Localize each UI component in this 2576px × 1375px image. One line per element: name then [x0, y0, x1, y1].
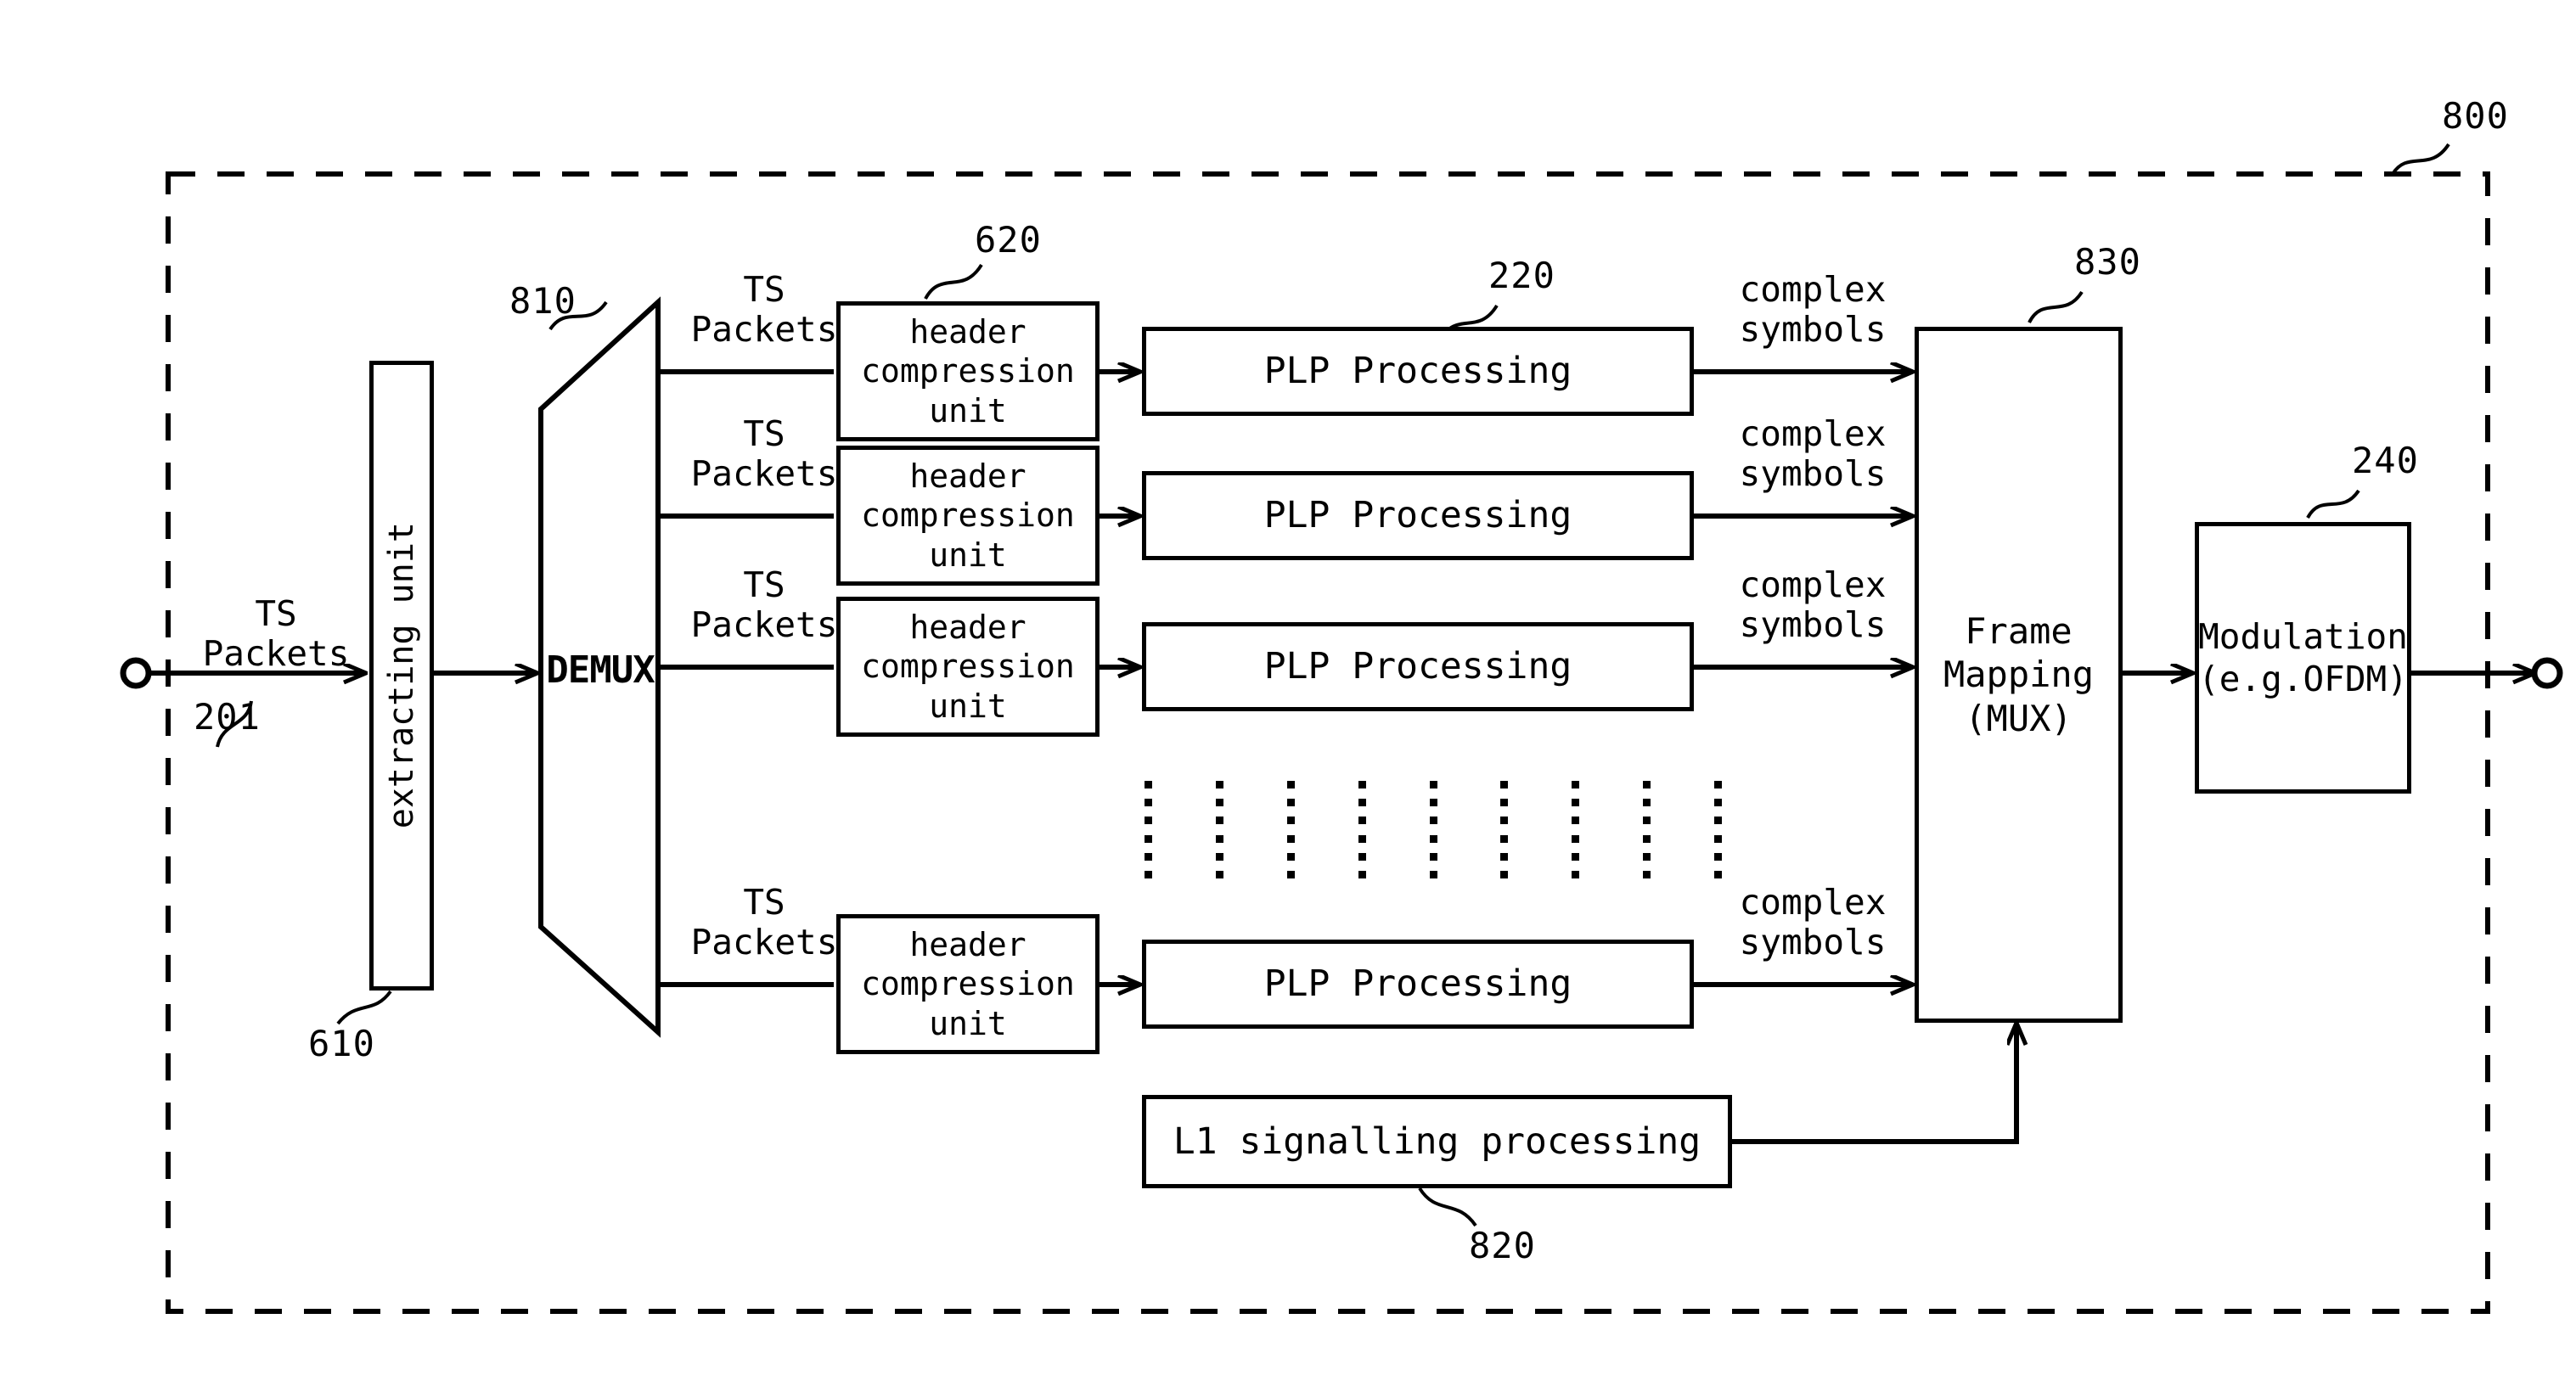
- ellipsis-column: [1714, 781, 1722, 878]
- plp-processing-1-label: PLP Processing: [1263, 350, 1572, 393]
- ref-201: 201: [194, 696, 261, 738]
- leader-830: [2028, 290, 2084, 323]
- ref-220: 220: [1488, 255, 1555, 296]
- plp-processing-4-label: PLP Processing: [1263, 962, 1572, 1006]
- ellipsis-column: [1215, 781, 1223, 878]
- header-compression-unit-4[interactable]: header compression unit: [836, 914, 1100, 1054]
- ts-packets-label-branch-2: TS Packets: [690, 413, 838, 495]
- header-compression-unit-2[interactable]: header compression unit: [836, 446, 1100, 586]
- ellipsis-column: [1500, 781, 1509, 878]
- plp-processing-1[interactable]: PLP Processing: [1142, 327, 1694, 416]
- ts-packets-label-branch-4: TS Packets: [690, 882, 838, 963]
- ellipsis-column: [1429, 781, 1437, 878]
- extracting-unit-label: extracting unit: [381, 522, 421, 829]
- frame-mapping-block[interactable]: Frame Mapping (MUX): [1915, 327, 2123, 1023]
- ref-620: 620: [975, 219, 1042, 261]
- ts-packets-label-branch-3: TS Packets: [690, 564, 838, 646]
- ref-800: 800: [2442, 95, 2509, 137]
- l1-to-frame-mapping-path: [1732, 1024, 2016, 1144]
- l1-signalling-processing-block[interactable]: L1 signalling processing: [1142, 1095, 1732, 1188]
- header-compression-unit-2-label: header compression unit: [861, 457, 1075, 574]
- complex-symbols-label-3: complex symbols: [1739, 564, 1887, 646]
- plp-processing-3-label: PLP Processing: [1263, 645, 1572, 688]
- header-compression-unit-3-label: header compression unit: [861, 608, 1075, 725]
- ts-packets-label-branch-1: TS Packets: [690, 269, 838, 351]
- leader-610: [336, 990, 392, 1025]
- ref-810: 810: [509, 280, 577, 322]
- ref-610: 610: [308, 1023, 375, 1064]
- ellipsis-column: [1643, 781, 1651, 878]
- modulation-block[interactable]: Modulation (e.g.OFDM): [2195, 522, 2411, 794]
- plp-processing-3[interactable]: PLP Processing: [1142, 622, 1694, 711]
- ref-830: 830: [2074, 241, 2141, 283]
- header-compression-unit-3[interactable]: header compression unit: [836, 597, 1100, 737]
- input-ts-packets-label: TS Packets: [202, 593, 350, 675]
- plp-processing-4[interactable]: PLP Processing: [1142, 940, 1694, 1029]
- ellipsis-column: [1286, 781, 1295, 878]
- modulation-label: Modulation (e.g.OFDM): [2198, 615, 2408, 699]
- plp-processing-2[interactable]: PLP Processing: [1142, 471, 1694, 560]
- ellipsis-column: [1358, 781, 1366, 878]
- input-terminal: [120, 657, 152, 689]
- plp-processing-2-label: PLP Processing: [1263, 494, 1572, 537]
- leader-620: [924, 263, 983, 300]
- header-compression-unit-1[interactable]: header compression unit: [836, 301, 1100, 441]
- output-terminal: [2531, 657, 2563, 689]
- leader-820: [1418, 1187, 1477, 1227]
- complex-symbols-label-1: complex symbols: [1739, 269, 1887, 351]
- demux-label: DEMUX: [546, 648, 655, 692]
- complex-symbols-label-4: complex symbols: [1739, 882, 1887, 963]
- ellipsis-column: [1572, 781, 1580, 878]
- extracting-unit-block[interactable]: extracting unit: [369, 361, 434, 991]
- complex-symbols-label-2: complex symbols: [1739, 413, 1887, 495]
- ref-240: 240: [2352, 440, 2419, 481]
- header-compression-unit-1-label: header compression unit: [861, 312, 1075, 429]
- header-compression-unit-4-label: header compression unit: [861, 925, 1075, 1042]
- frame-mapping-label: Frame Mapping (MUX): [1943, 610, 2094, 739]
- ref-820: 820: [1469, 1225, 1536, 1266]
- l1-signalling-processing-label: L1 signalling processing: [1173, 1120, 1701, 1163]
- ellipsis-column: [1145, 781, 1152, 878]
- figure-canvas: extracting unit DEMUX TS Packets header …: [0, 0, 2576, 1375]
- branch-ellipsis: [1145, 781, 1722, 878]
- leader-240: [2306, 489, 2360, 519]
- leader-800: [2391, 143, 2450, 176]
